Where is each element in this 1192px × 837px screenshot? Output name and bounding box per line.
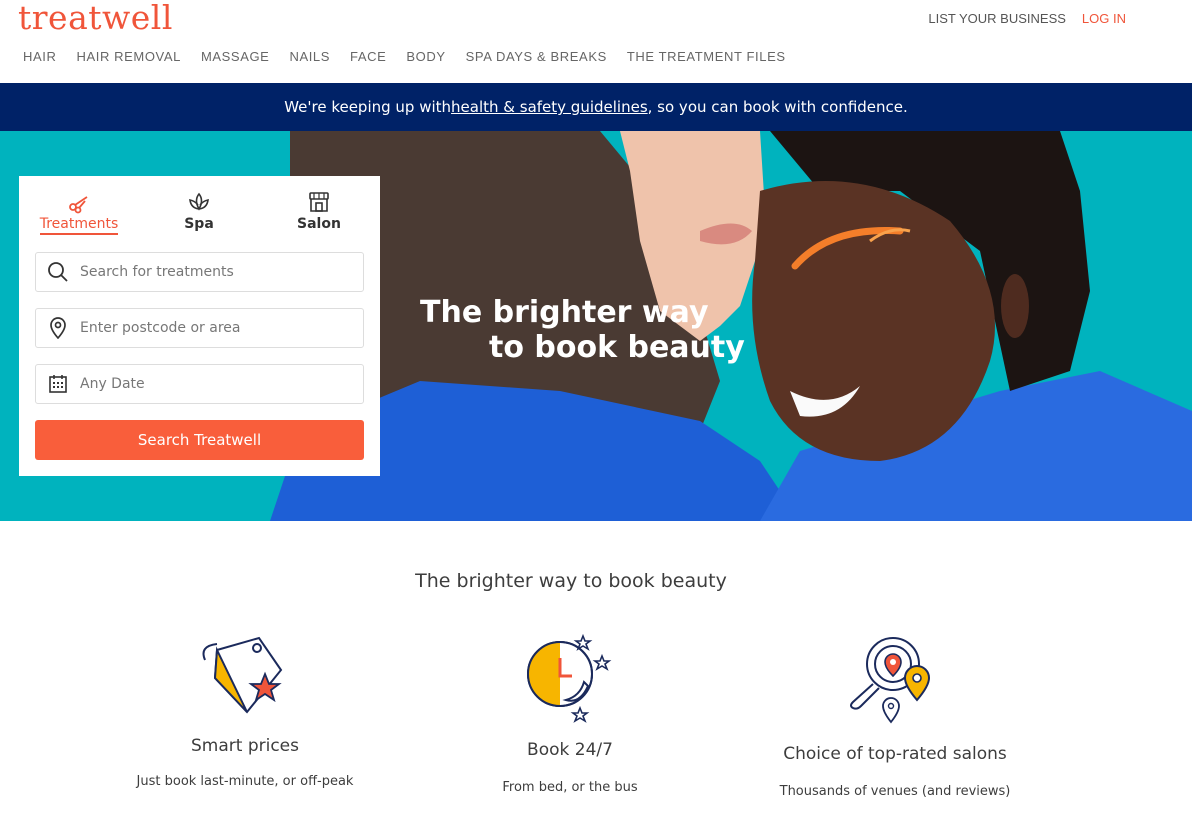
hero-headline: The brighter way to book beauty — [420, 295, 745, 365]
location-input[interactable] — [80, 320, 350, 336]
nav-item-massage[interactable]: MASSAGE — [201, 49, 270, 64]
feature-top-rated-title: Choice of top-rated salons — [783, 744, 1007, 764]
shop-icon — [309, 192, 329, 212]
feature-top-rated-salons: Choice of top-rated salons Thousands of … — [740, 630, 1050, 799]
nav-item-hair-removal[interactable]: HAIR REMOVAL — [76, 49, 180, 64]
clock-moon-icon — [527, 633, 612, 723]
nav-item-body[interactable]: BODY — [406, 49, 445, 64]
date-field — [35, 364, 364, 404]
scissors-icon — [69, 196, 88, 214]
tab-treatments[interactable]: Treatments — [29, 190, 129, 235]
tab-treatments-label: Treatments — [39, 216, 119, 235]
top-links: LIST YOUR BUSINESS LOG IN — [928, 11, 1126, 26]
main-nav: HAIR HAIR REMOVAL MASSAGE NAILS FACE BOD… — [23, 49, 786, 64]
search-card: Treatments Spa Salon Search for treatmen… — [19, 176, 380, 476]
list-your-business-link[interactable]: LIST YOUR BUSINESS — [928, 11, 1066, 26]
search-tabs: Treatments Spa Salon — [19, 190, 380, 250]
feature-book-247-title: Book 24/7 — [527, 740, 613, 760]
health-safety-link[interactable]: health & safety guidelines — [451, 98, 648, 116]
search-icon — [36, 261, 80, 283]
location-field — [35, 308, 364, 348]
map-pin-icon — [36, 317, 80, 339]
nav-item-face[interactable]: FACE — [350, 49, 386, 64]
tab-salon-label: Salon — [297, 216, 341, 232]
price-tag-star-icon — [202, 636, 283, 714]
date-input[interactable] — [80, 376, 350, 392]
feature-book-247: Book 24/7 From bed, or the bus — [420, 630, 720, 795]
tab-salon[interactable]: Salon — [269, 190, 369, 232]
tab-spa-label: Spa — [184, 216, 214, 232]
feature-smart-prices-subtitle: Just book last-minute, or off-peak — [136, 774, 354, 789]
nav-item-spa-days[interactable]: SPA DAYS & BREAKS — [466, 49, 607, 64]
calendar-icon — [36, 374, 80, 394]
tab-spa[interactable]: Spa — [149, 190, 249, 232]
safety-banner: We're keeping up with health & safety gu… — [0, 83, 1192, 131]
feature-book-247-subtitle: From bed, or the bus — [502, 780, 638, 795]
treatment-search-field — [35, 252, 364, 292]
feature-smart-prices-title: Smart prices — [191, 736, 299, 756]
nav-item-hair[interactable]: HAIR — [23, 49, 56, 64]
treatment-search-input[interactable] — [80, 264, 350, 280]
nav-item-nails[interactable]: NAILS — [289, 49, 330, 64]
lotus-icon — [189, 192, 209, 211]
site-header: treatwell LIST YOUR BUSINESS LOG IN HAIR… — [0, 0, 1192, 83]
hero-headline-line2: to book beauty — [489, 330, 745, 365]
banner-text-before: We're keeping up with — [284, 98, 452, 116]
search-treatwell-button[interactable]: Search Treatwell — [35, 420, 364, 460]
banner-text-after: , so you can book with confidence. — [647, 98, 908, 116]
hero-headline-line1: The brighter way — [420, 295, 709, 330]
feature-smart-prices: Smart prices Just book last-minute, or o… — [95, 630, 395, 789]
log-in-link[interactable]: LOG IN — [1082, 11, 1126, 26]
feature-top-rated-subtitle: Thousands of venues (and reviews) — [779, 784, 1011, 799]
treatwell-logo[interactable]: treatwell — [18, 0, 173, 37]
features-title: The brighter way to book beauty — [415, 570, 727, 592]
magnifier-pin-icon — [850, 637, 931, 724]
nav-item-treatment-files[interactable]: THE TREATMENT FILES — [627, 49, 786, 64]
